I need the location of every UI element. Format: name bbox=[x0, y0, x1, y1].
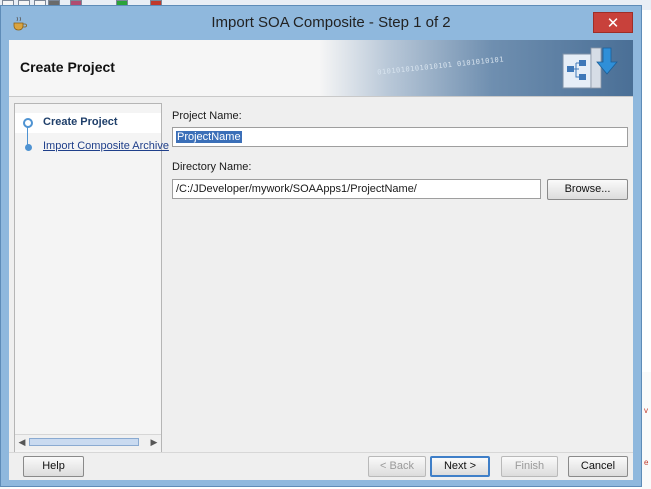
wizard-steps-panel: Create Project Import Composite Archive … bbox=[14, 103, 169, 453]
project-name-value: ProjectName bbox=[176, 131, 242, 143]
step-current-icon bbox=[23, 118, 33, 128]
browse-button[interactable]: Browse... bbox=[547, 179, 628, 200]
close-button[interactable]: ✕ bbox=[593, 12, 633, 33]
jdeveloper-cup-icon bbox=[13, 16, 27, 31]
cancel-button[interactable]: Cancel bbox=[568, 456, 628, 477]
next-button[interactable]: Next > bbox=[430, 456, 490, 477]
finish-button[interactable]: Finish bbox=[501, 456, 558, 477]
step-create-project[interactable]: Create Project bbox=[15, 113, 161, 133]
step-label[interactable]: Import Composite Archive bbox=[43, 140, 169, 152]
step-import-composite-archive[interactable]: Import Composite Archive bbox=[15, 137, 169, 157]
scroll-right-icon[interactable]: ▶ bbox=[148, 436, 160, 448]
ide-log-strip-right: v e bbox=[642, 372, 651, 489]
footer-separator bbox=[9, 452, 633, 453]
steps-horizontal-scrollbar[interactable]: ◀ ▶ bbox=[15, 434, 161, 450]
import-soa-composite-dialog: Import SOA Composite - Step 1 of 2 ✕ Cre… bbox=[0, 5, 642, 487]
directory-name-input[interactable]: /C:/JDeveloper/mywork/SOAApps1/ProjectNa… bbox=[172, 179, 541, 199]
scroll-left-icon[interactable]: ◀ bbox=[16, 436, 28, 448]
import-composite-icon bbox=[562, 47, 618, 89]
step-pending-icon bbox=[25, 144, 32, 151]
project-name-label: Project Name: bbox=[172, 110, 242, 122]
back-button[interactable]: < Back bbox=[368, 456, 426, 477]
project-name-input[interactable]: ProjectName bbox=[172, 127, 628, 147]
header-title: Create Project bbox=[20, 59, 115, 75]
help-button[interactable]: Help bbox=[23, 456, 84, 477]
wizard-header: Create Project 0101010101010101 01010101… bbox=[9, 40, 633, 97]
dialog-client-area: Create Project 0101010101010101 01010101… bbox=[9, 40, 633, 480]
window-title: Import SOA Composite - Step 1 of 2 bbox=[211, 14, 451, 31]
scroll-thumb[interactable] bbox=[29, 438, 139, 446]
binary-decoration: 0101010101010101 0101010101 bbox=[376, 55, 505, 77]
header-graphic: 0101010101010101 0101010101 bbox=[319, 40, 633, 96]
step-label: Create Project bbox=[43, 116, 118, 128]
directory-name-label: Directory Name: bbox=[172, 161, 252, 173]
title-bar[interactable]: Import SOA Composite - Step 1 of 2 ✕ bbox=[1, 6, 641, 40]
